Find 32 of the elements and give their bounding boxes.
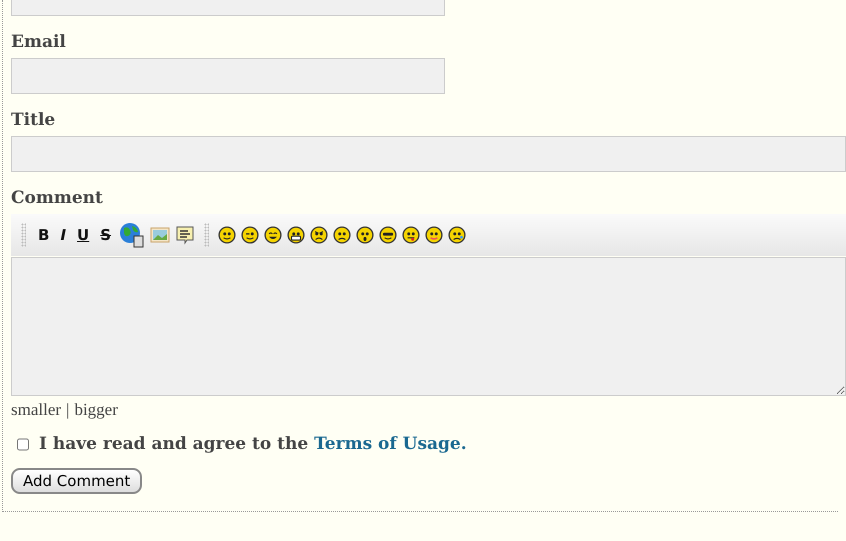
speech-bubble-icon[interactable] <box>175 225 196 245</box>
italic-button[interactable]: I <box>57 226 70 244</box>
add-comment-button[interactable]: Add Comment <box>11 468 142 494</box>
agree-checkbox[interactable] <box>17 436 29 452</box>
comment-field[interactable] <box>11 257 846 396</box>
separator: | <box>66 400 70 420</box>
terms-link[interactable]: Terms of Usage. <box>314 434 467 454</box>
smiley-icon[interactable] <box>448 226 466 244</box>
field-label: Comment <box>11 188 104 208</box>
smiley-icon[interactable] <box>218 226 236 244</box>
input-field[interactable] <box>11 136 846 172</box>
smiley-icon[interactable] <box>356 226 374 244</box>
smiley-icon[interactable] <box>310 226 328 244</box>
smiley-icon[interactable] <box>264 226 282 244</box>
smiley-icon[interactable] <box>241 226 260 244</box>
bold-button[interactable]: B <box>35 226 52 244</box>
field-label: Title <box>11 110 56 130</box>
bigger-link[interactable]: bigger <box>74 400 118 420</box>
input-field[interactable] <box>11 0 445 16</box>
smiley-icon[interactable] <box>333 226 352 244</box>
strike-button[interactable]: S <box>97 226 114 244</box>
underline-button[interactable]: U <box>74 226 92 244</box>
input-field[interactable] <box>11 58 445 94</box>
smaller-link[interactable]: smaller <box>11 400 62 420</box>
agree-text: I have read and agree to the Terms of Usage. <box>39 434 467 454</box>
globe-icon[interactable] <box>119 222 146 248</box>
smiley-icon[interactable] <box>287 226 306 244</box>
image-icon[interactable] <box>150 226 170 244</box>
field-label: Email <box>11 32 67 52</box>
smiley-icon[interactable] <box>379 226 398 244</box>
smiley-icon[interactable] <box>402 226 420 244</box>
smiley-icon[interactable] <box>425 226 444 244</box>
